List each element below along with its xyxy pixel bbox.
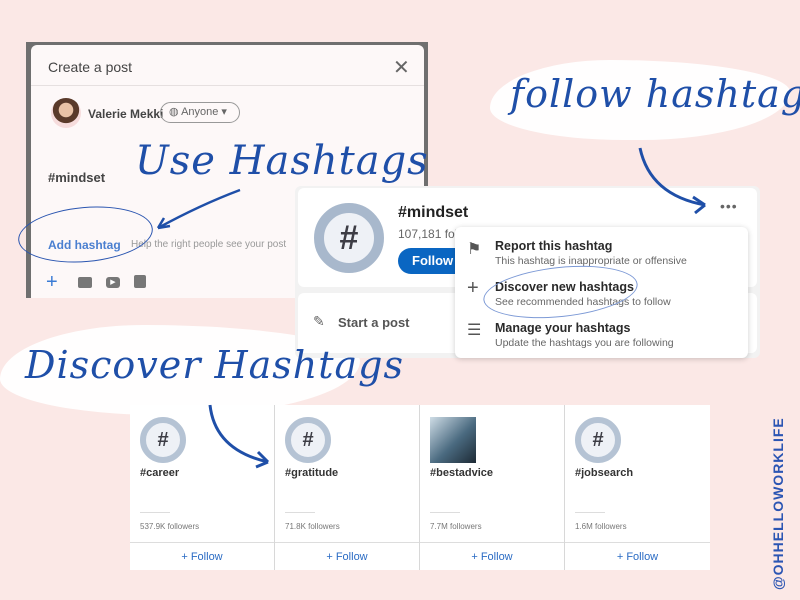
annotation-arrows bbox=[156, 147, 706, 469]
arrow-icon bbox=[638, 147, 706, 207]
brand-handle: @OHHELLOWORKLIFE bbox=[770, 417, 786, 590]
arrow-icon bbox=[157, 188, 241, 230]
